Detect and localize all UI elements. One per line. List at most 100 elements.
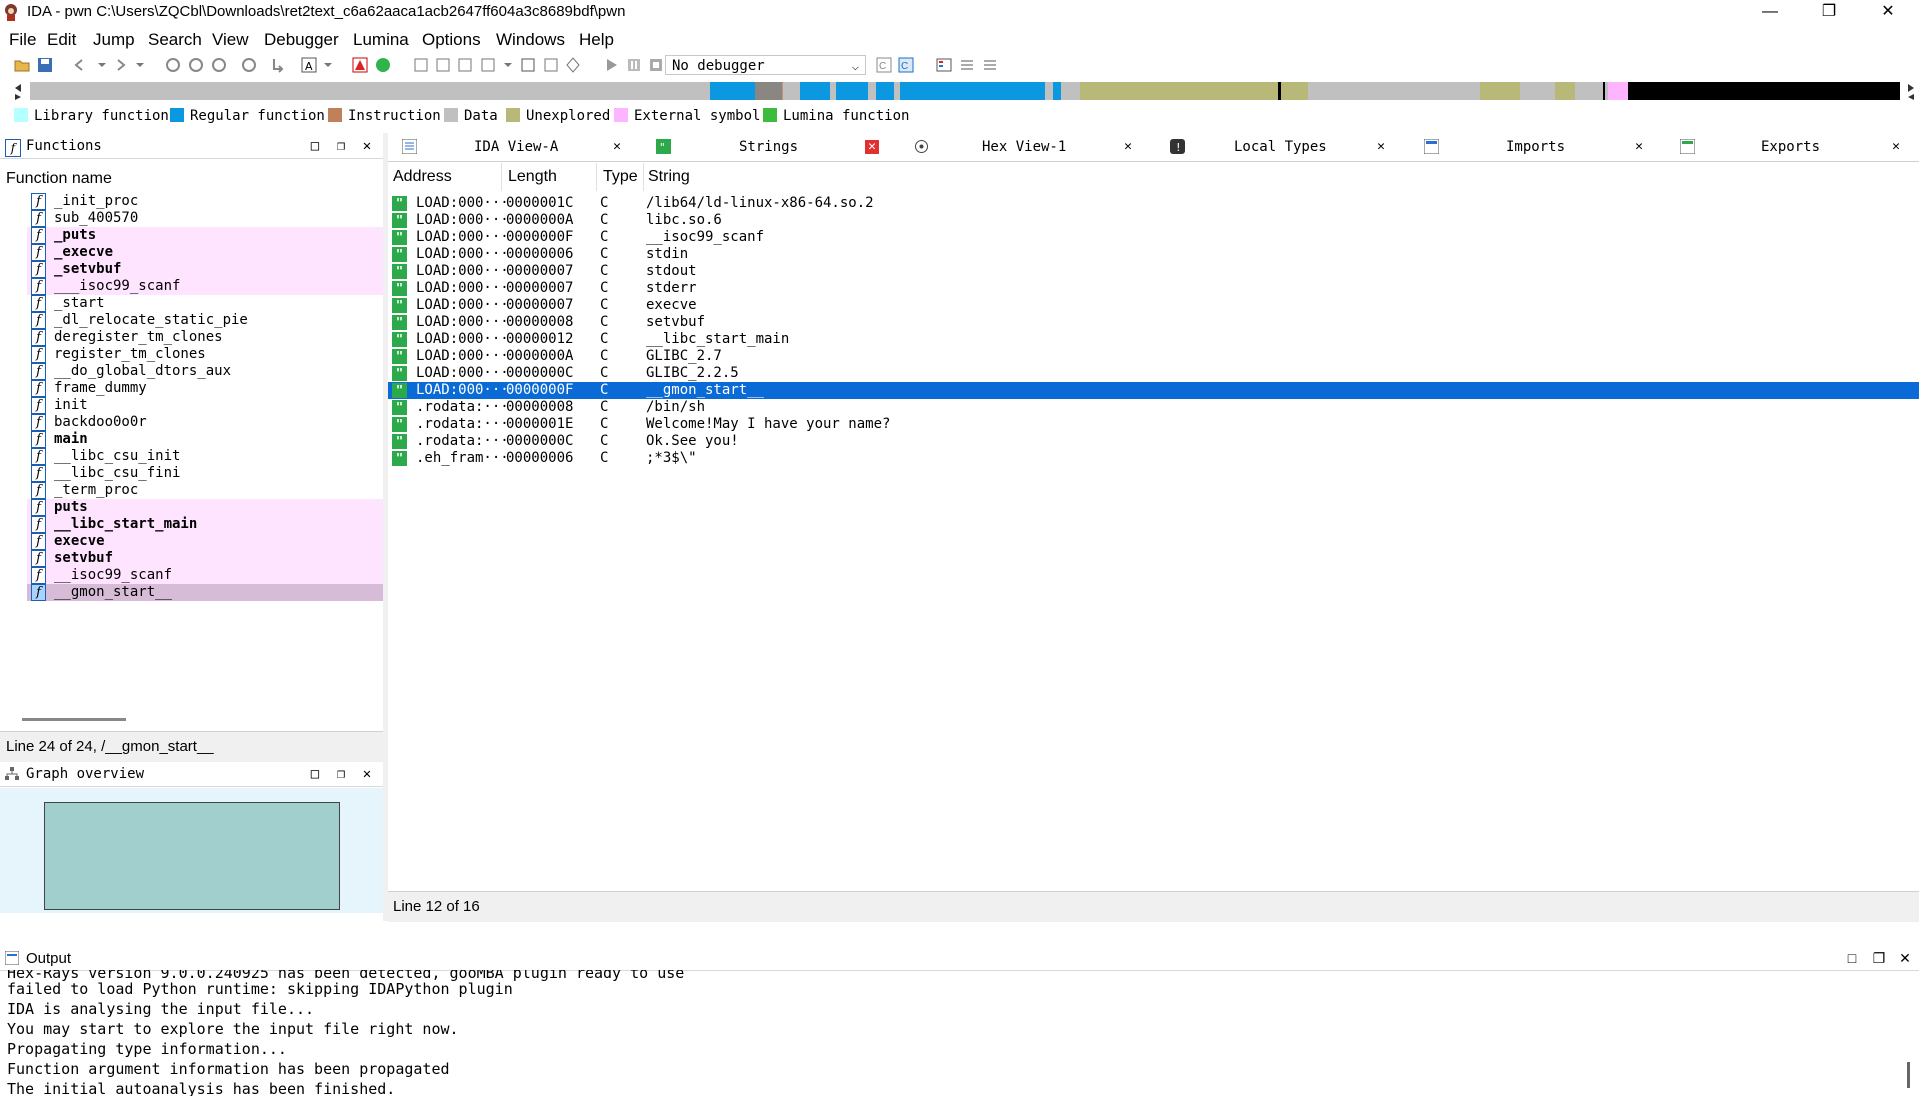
trace-icon[interactable] bbox=[959, 57, 975, 73]
string-row[interactable]: " .eh_fram··· 00000006 C ;*3$\" bbox=[388, 450, 1919, 467]
menu-view[interactable]: View bbox=[212, 30, 249, 50]
function-row[interactable]: f __do_global_dtors_aux bbox=[27, 363, 383, 380]
string-row[interactable]: " LOAD:000··· 00000007 Cstdout bbox=[388, 263, 1919, 280]
column-length[interactable]: Length bbox=[508, 168, 557, 186]
stop-icon[interactable] bbox=[648, 57, 664, 73]
close-tab-icon[interactable]: ✕ bbox=[1889, 140, 1903, 154]
function-row[interactable]: f init bbox=[27, 397, 383, 414]
function-row[interactable]: f __libc_start_main bbox=[27, 516, 383, 533]
menu-lumina[interactable]: Lumina bbox=[353, 30, 409, 50]
function-row[interactable]: f deregister_tm_clones bbox=[27, 329, 383, 346]
array-icon[interactable] bbox=[480, 57, 496, 73]
function-row[interactable]: f _init_proc bbox=[27, 193, 383, 210]
string-row[interactable]: " LOAD:000··· 0000001C C/lib64/ld-linux-x86… bbox=[388, 195, 1919, 212]
back-dropdown-icon[interactable] bbox=[94, 57, 110, 73]
open-folder-icon[interactable] bbox=[14, 57, 30, 73]
binary-search-icon[interactable] bbox=[165, 57, 181, 73]
panel-splitter[interactable] bbox=[383, 133, 388, 921]
menu-windows[interactable]: Windows bbox=[496, 30, 565, 50]
text-icon[interactable]: A bbox=[301, 57, 317, 73]
column-address[interactable]: Address bbox=[393, 168, 452, 186]
graph-overview-canvas[interactable] bbox=[0, 788, 383, 913]
debugger-switch-icon[interactable]: C bbox=[898, 57, 914, 73]
graph-overview-viewport[interactable] bbox=[44, 802, 340, 910]
tab-strings[interactable]: " Strings ✕ bbox=[642, 134, 897, 160]
tab-imports[interactable]: Imports ✕ bbox=[1410, 134, 1654, 160]
nav-right-arrow-icon[interactable] bbox=[1906, 82, 1916, 100]
close-tab-icon[interactable]: ✕ bbox=[610, 140, 624, 154]
strings-table[interactable]: " LOAD:000··· 0000001C C/lib64/ld-linux-x86… bbox=[388, 191, 1919, 891]
string-row[interactable]: " LOAD:000··· 0000000A C GLIBC_2.7 bbox=[388, 348, 1919, 365]
float-panel-button[interactable]: ❐ bbox=[1871, 950, 1887, 966]
array-dropdown-icon[interactable] bbox=[500, 57, 516, 73]
pause-icon[interactable] bbox=[626, 57, 642, 73]
function-row[interactable]: f frame_dummy bbox=[27, 380, 383, 397]
function-row[interactable]: f execve bbox=[27, 533, 383, 550]
function-row[interactable]: f __libc_csu_fini bbox=[27, 465, 383, 482]
data-icon[interactable] bbox=[435, 57, 451, 73]
vertical-scrollbar[interactable] bbox=[1907, 1062, 1910, 1088]
string-row[interactable]: " LOAD:000··· 0000000A Clibc.so.6 bbox=[388, 212, 1919, 229]
string-row[interactable]: " .rodata:··· 0000001E C Welcome!May I have … bbox=[388, 416, 1919, 433]
forward-dropdown-icon[interactable] bbox=[132, 57, 148, 73]
float-panel-button[interactable]: ❐ bbox=[333, 138, 349, 154]
function-row[interactable]: f _setvbuf bbox=[27, 261, 383, 278]
menu-debugger[interactable]: Debugger bbox=[264, 30, 339, 50]
horizontal-scrollbar[interactable] bbox=[22, 718, 126, 721]
string-row[interactable]: " .rodata:··· 0000000C C Ok.See you! bbox=[388, 433, 1919, 450]
function-row[interactable]: f _dl_relocate_static_pie bbox=[27, 312, 383, 329]
tab-exports[interactable]: Exports ✕ bbox=[1666, 134, 1919, 160]
trace-options-icon[interactable] bbox=[982, 57, 998, 73]
function-row[interactable]: f _start bbox=[27, 295, 383, 312]
tab-ida-view-a[interactable]: IDA View-A ✕ bbox=[388, 134, 634, 160]
function-row[interactable]: f _term_proc bbox=[27, 482, 383, 499]
navigation-band[interactable] bbox=[30, 82, 1900, 100]
pin-icon[interactable] bbox=[565, 57, 581, 73]
function-row[interactable]: f setvbuf bbox=[27, 550, 383, 567]
breakpoints-icon[interactable] bbox=[936, 57, 952, 73]
function-row[interactable]: f __libc_csu_init bbox=[27, 448, 383, 465]
function-row[interactable]: f __isoc99_scanf bbox=[27, 567, 383, 584]
string-icon[interactable] bbox=[457, 57, 473, 73]
tab-hex-view-1[interactable]: Hex View-1 ✕ bbox=[900, 134, 1152, 160]
string-row[interactable]: " LOAD:000··· 00000006 Cstdin bbox=[388, 246, 1919, 263]
immediate-search-icon[interactable] bbox=[241, 57, 257, 73]
close-tab-icon[interactable]: ✕ bbox=[1632, 140, 1646, 154]
function-row[interactable]: f register_tm_clones bbox=[27, 346, 383, 363]
maximize-panel-button[interactable]: □ bbox=[1844, 950, 1860, 966]
start-debug-icon[interactable] bbox=[603, 57, 619, 73]
close-panel-button[interactable]: ✕ bbox=[359, 766, 375, 782]
menu-file[interactable]: File bbox=[9, 30, 36, 50]
string-row[interactable]: " LOAD:000··· 00000008 Csetvbuf bbox=[388, 314, 1919, 331]
string-row[interactable]: " .rodata:··· 00000008 C/bin/sh bbox=[388, 399, 1919, 416]
string-row[interactable]: " LOAD:000··· 00000007 Cstderr bbox=[388, 280, 1919, 297]
close-panel-button[interactable]: ✕ bbox=[1897, 950, 1913, 966]
close-panel-button[interactable]: ✕ bbox=[359, 138, 375, 154]
text-search-icon[interactable] bbox=[188, 57, 204, 73]
maximize-panel-button[interactable]: □ bbox=[307, 766, 323, 782]
menu-edit[interactable]: Edit bbox=[47, 30, 76, 50]
jump-icon[interactable] bbox=[270, 57, 286, 73]
string-row[interactable]: " LOAD:000··· 0000000C C GLIBC_2.2.5 bbox=[388, 365, 1919, 382]
close-tab-icon[interactable]: ✕ bbox=[1121, 140, 1135, 154]
float-panel-button[interactable]: ❐ bbox=[333, 766, 349, 782]
maximize-panel-button[interactable]: □ bbox=[307, 138, 323, 154]
menu-help[interactable]: Help bbox=[579, 30, 614, 50]
string-row[interactable]: " LOAD:000··· 00000012 C __libc_start_main bbox=[388, 331, 1919, 348]
column-type[interactable]: Type bbox=[603, 168, 638, 186]
function-row[interactable]: f ___isoc99_scanf bbox=[27, 278, 383, 295]
menu-search[interactable]: Search bbox=[148, 30, 202, 50]
functions-list[interactable]: f _init_proc f sub_400570 f _puts f _execve f _se… bbox=[0, 163, 384, 731]
string-row[interactable]: " LOAD:000··· 00000007 Cexecve bbox=[388, 297, 1919, 314]
undefine-icon[interactable] bbox=[520, 57, 536, 73]
struct-icon[interactable] bbox=[543, 57, 559, 73]
close-tab-icon[interactable]: ✕ bbox=[1374, 140, 1388, 154]
menu-jump[interactable]: Jump bbox=[93, 30, 135, 50]
close-tab-icon[interactable]: ✕ bbox=[865, 140, 879, 154]
code-icon[interactable] bbox=[413, 57, 429, 73]
back-icon[interactable] bbox=[72, 57, 88, 73]
function-row[interactable]: f _puts bbox=[27, 227, 383, 244]
column-string[interactable]: String bbox=[648, 168, 690, 186]
text-dropdown-icon[interactable] bbox=[320, 57, 336, 73]
minimize-button[interactable]: — bbox=[1741, 0, 1799, 24]
